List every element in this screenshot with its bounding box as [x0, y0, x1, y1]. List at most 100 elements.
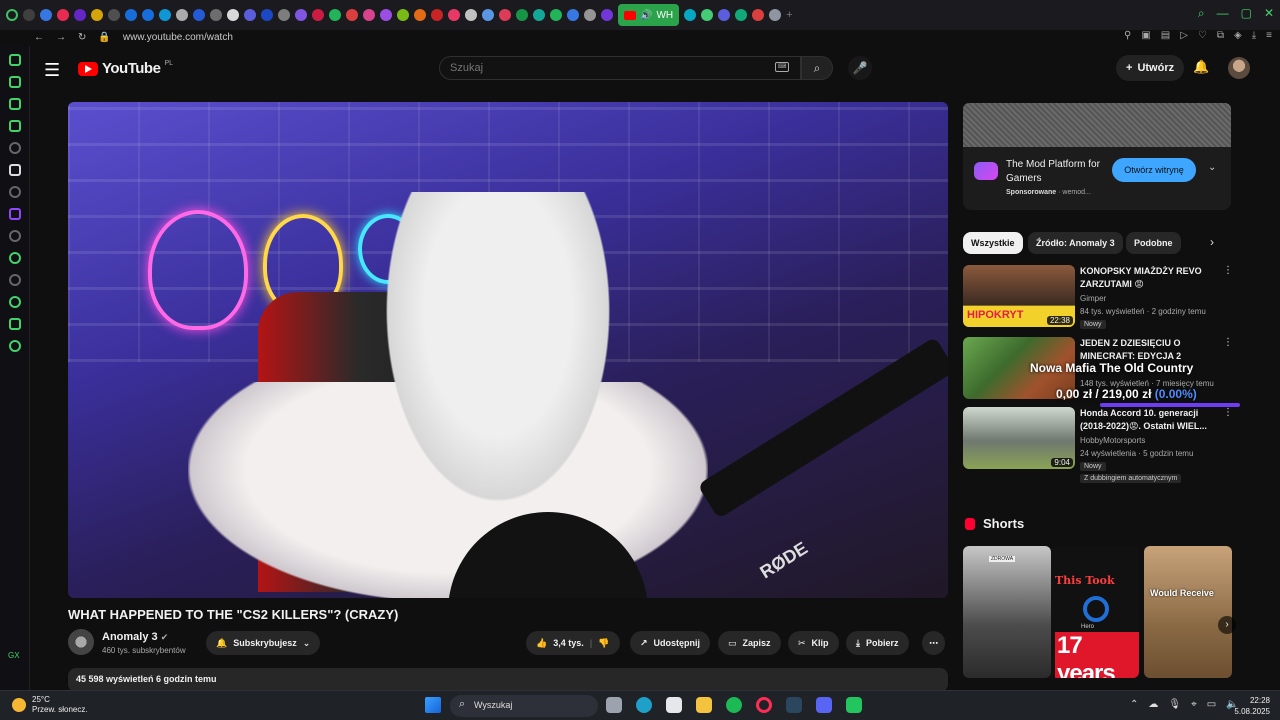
discord-icon[interactable]	[816, 697, 832, 713]
tab-icon[interactable]	[142, 9, 154, 21]
tab-icon[interactable]	[431, 9, 443, 21]
tab-icon[interactable]	[193, 9, 205, 21]
tab-icon[interactable]	[159, 9, 171, 21]
tab-icon[interactable]	[769, 9, 782, 21]
more-actions-button[interactable]: ⋯	[922, 631, 945, 655]
channel-avatar[interactable]	[68, 629, 94, 655]
more-vert-icon[interactable]: ⋮	[1223, 407, 1233, 418]
display-icon[interactable]: ▭	[1207, 699, 1216, 710]
snapshot-icon[interactable]: ▣	[1141, 30, 1150, 41]
bookmark-icon[interactable]: ▤	[1161, 30, 1170, 41]
tab-icon[interactable]	[312, 9, 324, 21]
youtube-logo[interactable]: YouTube PL	[78, 60, 173, 77]
tab-icon[interactable]	[448, 9, 460, 21]
voice-search-button[interactable]: 🎤	[848, 56, 872, 80]
browser-logo-icon[interactable]	[6, 9, 18, 21]
taskbar-search[interactable]: Wyszukaj	[450, 695, 598, 717]
download-icon[interactable]: ⤓	[1252, 30, 1256, 41]
tab-icon[interactable]	[701, 9, 714, 21]
sidebar-item-icon[interactable]	[8, 120, 21, 132]
tab-icon[interactable]	[735, 9, 748, 21]
tab-icon[interactable]	[397, 9, 409, 21]
tab-icon[interactable]	[57, 9, 69, 21]
tab-icon[interactable]	[91, 9, 103, 21]
sidebar-item-icon[interactable]	[8, 76, 21, 88]
notifications-bell-icon[interactable]: 🔔	[1193, 59, 1209, 75]
short-card[interactable]: Would Receive	[1144, 546, 1232, 678]
cube-icon[interactable]: ◈	[1234, 30, 1242, 41]
recommendation-item[interactable]: HIPOKRYT 22:38 KONOPSKY MIAŻDŻY REVO ZAR…	[963, 265, 1233, 331]
tab-icon[interactable]	[482, 9, 494, 21]
extensions-icon[interactable]: ⧉	[1217, 30, 1224, 41]
hamburger-menu-icon[interactable]: ☰	[44, 60, 60, 81]
sidebar-item-icon[interactable]	[8, 230, 21, 242]
tab-icon[interactable]	[550, 9, 562, 21]
clip-button[interactable]: ✂ Klip	[788, 631, 839, 655]
tab-icon[interactable]	[227, 9, 239, 21]
subscribed-button[interactable]: 🔔 Subskrybujesz ⌄	[206, 631, 321, 655]
twitch-icon[interactable]	[8, 208, 21, 220]
sidebar-item-icon[interactable]	[8, 98, 21, 110]
tab-icon[interactable]	[244, 9, 256, 21]
recommendation-item[interactable]: 9:04 Honda Accord 10. generacji (2018-20…	[963, 407, 1233, 483]
tab-icon[interactable]	[380, 9, 392, 21]
more-vert-icon[interactable]: ⋮	[1223, 265, 1233, 276]
sidebar-item-icon[interactable]	[8, 186, 21, 198]
pin-icon[interactable]: ⚲	[1124, 30, 1131, 41]
short-card[interactable]: This Took Hero 17 years	[1051, 546, 1139, 678]
tab-icon[interactable]	[584, 9, 596, 21]
sidebar-item-icon[interactable]	[8, 164, 21, 176]
file-explorer-icon[interactable]	[696, 697, 712, 713]
spotify-icon[interactable]	[726, 697, 742, 713]
sidebar-item-icon[interactable]	[8, 54, 21, 66]
weather-widget[interactable]: 25°C Przew. słonecz.	[12, 695, 88, 715]
new-tab-icon[interactable]: +	[786, 9, 792, 21]
short-card[interactable]: ZDROWA	[963, 546, 1051, 678]
tab-icon[interactable]	[346, 9, 358, 21]
download-button[interactable]: ⤓ Pobierz	[846, 631, 909, 655]
search-button[interactable]: ⌕	[801, 56, 833, 80]
tab-icon[interactable]	[567, 9, 579, 21]
user-avatar[interactable]	[1228, 57, 1250, 79]
share-button[interactable]: ↗ Udostępnij	[630, 631, 711, 655]
tab-icon[interactable]	[210, 9, 222, 21]
app-icon[interactable]	[846, 697, 862, 713]
tab-icon[interactable]	[295, 9, 307, 21]
tab-icon[interactable]	[329, 9, 341, 21]
tab-icon[interactable]	[601, 9, 613, 21]
tab-icon[interactable]	[465, 9, 477, 21]
back-icon[interactable]: ←	[34, 32, 44, 43]
description-box[interactable]: 45 598 wyświetleń 6 godzin temu	[68, 668, 948, 692]
opera-gx-icon[interactable]	[756, 697, 772, 713]
tab-icon[interactable]	[108, 9, 120, 21]
reload-icon[interactable]: ↻	[78, 32, 86, 43]
channel-name[interactable]: Anomaly 3 ✔	[102, 631, 168, 643]
sidebar-item-icon[interactable]	[8, 142, 21, 154]
chevron-right-icon[interactable]: ›	[1210, 235, 1214, 249]
clock-icon[interactable]	[8, 296, 21, 308]
ad-card[interactable]: The Mod Platform for Gamers Sponsorowane…	[963, 147, 1231, 210]
chevron-down-icon[interactable]: ⌄	[1208, 162, 1216, 173]
settings-icon[interactable]	[8, 340, 21, 352]
play-icon[interactable]: ▷	[1180, 30, 1188, 41]
create-button[interactable]: + Utwórz	[1116, 55, 1185, 81]
chip-from-channel[interactable]: Źródło: Anomaly 3	[1028, 232, 1123, 254]
video-player[interactable]: RØDE	[68, 102, 948, 598]
like-button[interactable]: 👍 3,4 tys. | 👎	[526, 631, 620, 655]
sidebar-item-icon[interactable]	[8, 274, 21, 286]
tab-icon[interactable]	[74, 9, 86, 21]
player-icon[interactable]	[8, 252, 21, 264]
minimize-icon[interactable]: —	[1217, 6, 1229, 21]
tab-icon[interactable]	[752, 9, 765, 21]
taskbar-clock[interactable]: 22:28 5.08.2025	[1232, 695, 1270, 717]
search-input[interactable]	[439, 56, 801, 80]
gx-label[interactable]: GX	[8, 651, 20, 660]
search-tabs-icon[interactable]: ⌕	[1198, 6, 1205, 21]
microphone-icon[interactable]: 🎙	[1168, 699, 1181, 710]
tab-icon[interactable]	[499, 9, 511, 21]
chip-related[interactable]: Podobne	[1126, 232, 1181, 254]
tab-icon[interactable]	[261, 9, 273, 21]
tab-icon[interactable]	[40, 9, 52, 21]
tab-icon[interactable]	[363, 9, 375, 21]
save-button[interactable]: ▭ Zapisz	[718, 631, 781, 655]
